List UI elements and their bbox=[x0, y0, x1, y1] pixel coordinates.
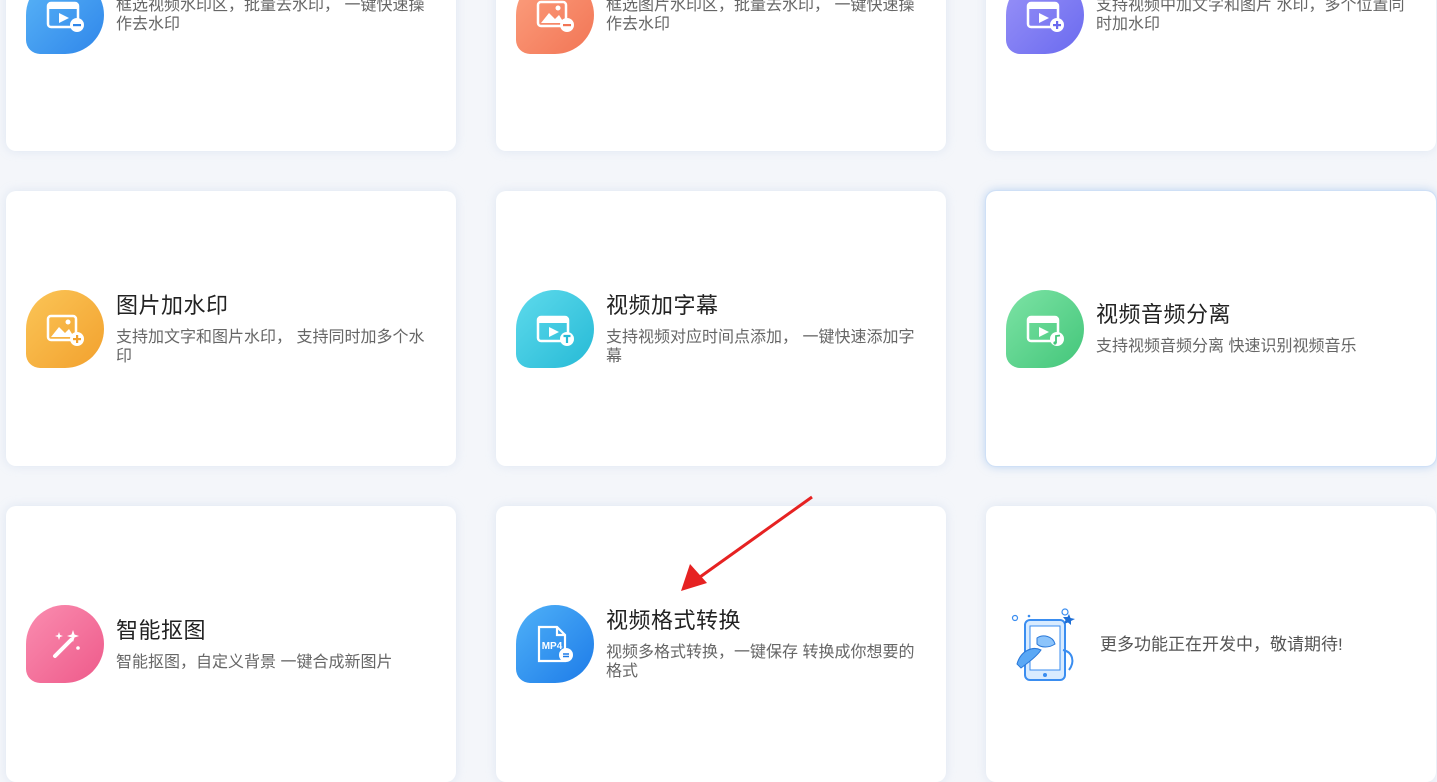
card-content: 视频音频分离 支持视频音频分离 快速识别视频音乐 bbox=[1006, 289, 1420, 368]
card-content: 图片加水印 支持加文字和图片水印， 支持同时加多个水印 bbox=[26, 289, 440, 368]
card-title: 智能抠图 bbox=[116, 617, 207, 643]
magic-wand-icon bbox=[26, 605, 104, 683]
card-title: 图片加水印 bbox=[116, 292, 229, 318]
card-video-watermark-remove[interactable]: 框选视频水印区，批量去水印， 一键快速操作去水印 bbox=[6, 0, 456, 151]
card-video-audio-separate[interactable]: 视频音频分离 支持视频音频分离 快速识别视频音乐 bbox=[985, 190, 1437, 467]
card-text: 视频格式转换 视频多格式转换，一键保存 转换成你想要的格式 bbox=[606, 607, 930, 681]
card-text: 支持视频中加文字和图片 水印，多个位置同时加水印 bbox=[1096, 0, 1420, 34]
card-content: 框选图片水印区，批量去水印， 一键快速操作去水印 bbox=[516, 0, 930, 54]
card-content: MP4 视频格式转换 视频多格式转换，一键保存 转换成你想要的格式 bbox=[516, 605, 930, 683]
card-content: 更多功能正在开发中，敬请期待! bbox=[1006, 605, 1420, 683]
image-add-icon bbox=[26, 289, 104, 368]
card-description: 更多功能正在开发中，敬请期待! bbox=[1100, 634, 1343, 654]
card-description: 框选图片水印区，批量去水印， 一键快速操作去水印 bbox=[606, 0, 915, 33]
card-video-subtitle[interactable]: 视频加字幕 支持视频对应时间点添加， 一键快速添加字幕 bbox=[496, 191, 946, 466]
card-content: 智能抠图 智能抠图，自定义背景 一键合成新图片 bbox=[26, 605, 440, 683]
card-text: 更多功能正在开发中，敬请期待! bbox=[1100, 635, 1420, 654]
card-title: 视频音频分离 bbox=[1096, 302, 1232, 327]
video-remove-icon bbox=[26, 0, 104, 54]
card-video-format-convert[interactable]: MP4 视频格式转换 视频多格式转换，一键保存 转换成你想要的格式 bbox=[496, 506, 946, 782]
card-text: 视频加字幕 支持视频对应时间点添加， 一键快速添加字幕 bbox=[606, 292, 930, 366]
card-content: 框选视频水印区，批量去水印， 一键快速操作去水印 bbox=[26, 0, 440, 54]
card-text: 视频音频分离 支持视频音频分离 快速识别视频音乐 bbox=[1096, 301, 1420, 356]
mp4-convert-icon: MP4 bbox=[516, 605, 594, 683]
card-description: 视频多格式转换，一键保存 转换成你想要的格式 bbox=[606, 644, 915, 680]
card-description: 支持视频音频分离 快速识别视频音乐 bbox=[1096, 338, 1357, 355]
card-content: 支持视频中加文字和图片 水印，多个位置同时加水印 bbox=[1006, 0, 1420, 54]
video-add-icon bbox=[1006, 0, 1084, 54]
video-subtitle-icon bbox=[516, 289, 594, 368]
card-text: 框选图片水印区，批量去水印， 一键快速操作去水印 bbox=[606, 0, 930, 34]
card-text: 智能抠图 智能抠图，自定义背景 一键合成新图片 bbox=[116, 617, 440, 672]
card-content: 视频加字幕 支持视频对应时间点添加， 一键快速添加字幕 bbox=[516, 289, 930, 368]
phone-developing-icon bbox=[1006, 605, 1088, 683]
card-coming-soon: 更多功能正在开发中，敬请期待! bbox=[986, 506, 1436, 782]
card-title: 视频加字幕 bbox=[606, 292, 719, 318]
card-smart-cutout[interactable]: 智能抠图 智能抠图，自定义背景 一键合成新图片 bbox=[6, 506, 456, 782]
card-text: 图片加水印 支持加文字和图片水印， 支持同时加多个水印 bbox=[116, 292, 440, 366]
mp4-label: MP4 bbox=[542, 641, 563, 652]
card-video-watermark-add[interactable]: 支持视频中加文字和图片 水印，多个位置同时加水印 bbox=[986, 0, 1436, 151]
card-image-watermark-remove[interactable]: 框选图片水印区，批量去水印， 一键快速操作去水印 bbox=[496, 0, 946, 151]
video-audio-icon bbox=[1006, 289, 1084, 368]
card-image-watermark-add[interactable]: 图片加水印 支持加文字和图片水印， 支持同时加多个水印 bbox=[6, 191, 456, 466]
image-remove-icon bbox=[516, 0, 594, 54]
card-text: 框选视频水印区，批量去水印， 一键快速操作去水印 bbox=[116, 0, 440, 34]
card-description: 支持加文字和图片水印， 支持同时加多个水印 bbox=[116, 328, 425, 365]
card-description: 支持视频中加文字和图片 水印，多个位置同时加水印 bbox=[1096, 0, 1405, 33]
card-description: 智能抠图，自定义背景 一键合成新图片 bbox=[116, 653, 393, 671]
feature-grid: 框选视频水印区，批量去水印， 一键快速操作去水印 框选图片水印区，批量去水印， … bbox=[0, 0, 1437, 782]
card-title: 视频格式转换 bbox=[606, 608, 742, 633]
card-description: 框选视频水印区，批量去水印， 一键快速操作去水印 bbox=[116, 0, 425, 33]
card-description: 支持视频对应时间点添加， 一键快速添加字幕 bbox=[606, 328, 915, 365]
